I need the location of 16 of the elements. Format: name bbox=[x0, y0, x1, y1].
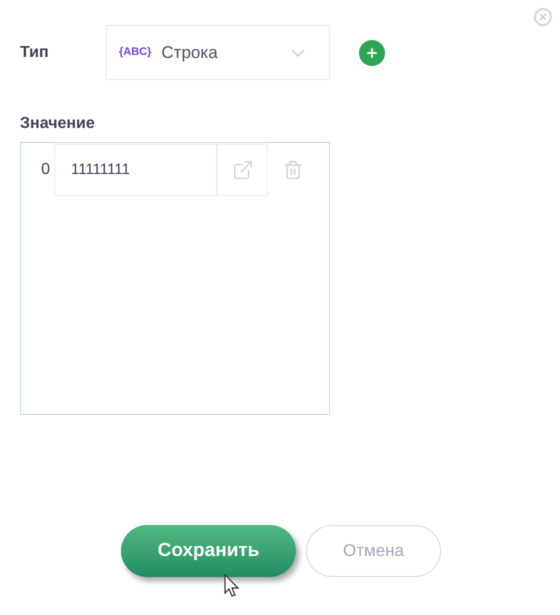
string-type-icon: {ABC} bbox=[119, 44, 152, 61]
open-link-button[interactable] bbox=[217, 144, 268, 196]
value-label: Значение bbox=[20, 114, 96, 134]
trash-icon bbox=[283, 160, 303, 180]
plus-icon bbox=[365, 46, 379, 60]
close-button[interactable] bbox=[534, 8, 552, 26]
external-link-icon bbox=[232, 159, 254, 181]
type-select[interactable]: {ABC} Строка bbox=[106, 25, 330, 80]
close-icon bbox=[538, 12, 548, 22]
cursor-icon bbox=[224, 574, 240, 598]
type-value: Строка bbox=[161, 42, 219, 64]
chevron-down-icon bbox=[291, 48, 305, 56]
type-label: Тип bbox=[20, 42, 50, 62]
value-input[interactable]: 11111111 bbox=[54, 144, 217, 196]
item-index: 0 bbox=[40, 160, 51, 180]
add-button[interactable] bbox=[359, 40, 385, 66]
